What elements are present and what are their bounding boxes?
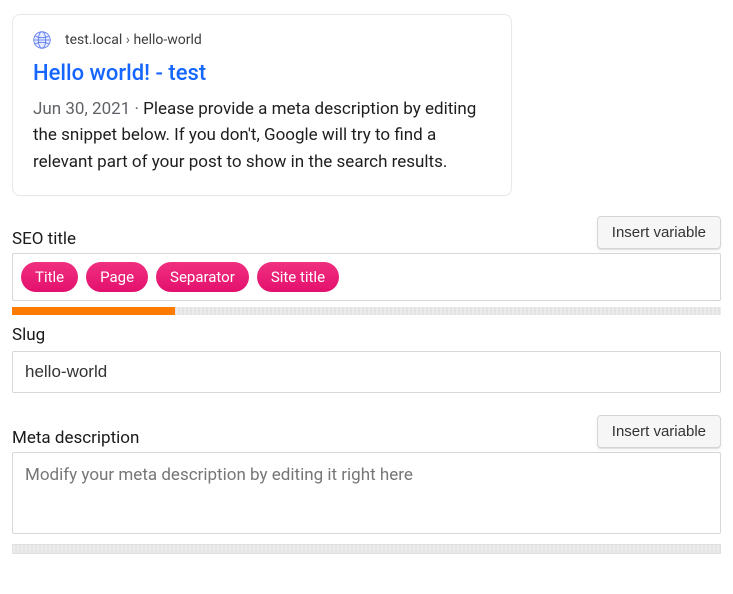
globe-icon — [33, 31, 51, 49]
slug-field: Slug — [12, 325, 721, 393]
meta-description-field: Meta description Insert variable Modify … — [12, 415, 721, 534]
slug-input[interactable] — [12, 351, 721, 393]
seo-title-progress-fill — [12, 307, 175, 315]
search-preview-card: test.local › hello-world Hello world! - … — [12, 14, 512, 196]
preview-domain: test.local — [65, 32, 122, 48]
slug-label: Slug — [12, 325, 721, 345]
preview-slug: hello-world — [133, 32, 201, 48]
seo-title-header: SEO title Insert variable — [12, 216, 721, 249]
meta-description-label: Meta description — [12, 428, 139, 448]
preview-dot: · — [130, 99, 143, 119]
preview-date: Jun 30, 2021 — [33, 99, 130, 119]
meta-description-header: Meta description Insert variable — [12, 415, 721, 448]
variable-pill-separator[interactable]: Separator — [156, 262, 249, 292]
preview-url: test.local › hello-world — [65, 32, 202, 48]
seo-title-label: SEO title — [12, 229, 76, 249]
preview-url-row: test.local › hello-world — [33, 31, 491, 49]
insert-variable-button[interactable]: Insert variable — [597, 415, 721, 448]
preview-url-separator: › — [126, 32, 130, 48]
seo-title-input[interactable]: Title Page Separator Site title — [12, 253, 721, 301]
preview-title[interactable]: Hello world! - test — [33, 61, 491, 86]
variable-pill-page[interactable]: Page — [86, 262, 148, 292]
insert-variable-button[interactable]: Insert variable — [597, 216, 721, 249]
seo-title-field: SEO title Insert variable Title Page Sep… — [12, 216, 721, 315]
meta-description-progress — [12, 544, 721, 554]
meta-description-input[interactable]: Modify your meta description by editing … — [12, 452, 721, 534]
preview-description[interactable]: Jun 30, 2021 · Please provide a meta des… — [33, 96, 491, 175]
variable-pill-title[interactable]: Title — [21, 262, 78, 292]
seo-title-progress — [12, 307, 721, 315]
variable-pill-site-title[interactable]: Site title — [257, 262, 339, 292]
